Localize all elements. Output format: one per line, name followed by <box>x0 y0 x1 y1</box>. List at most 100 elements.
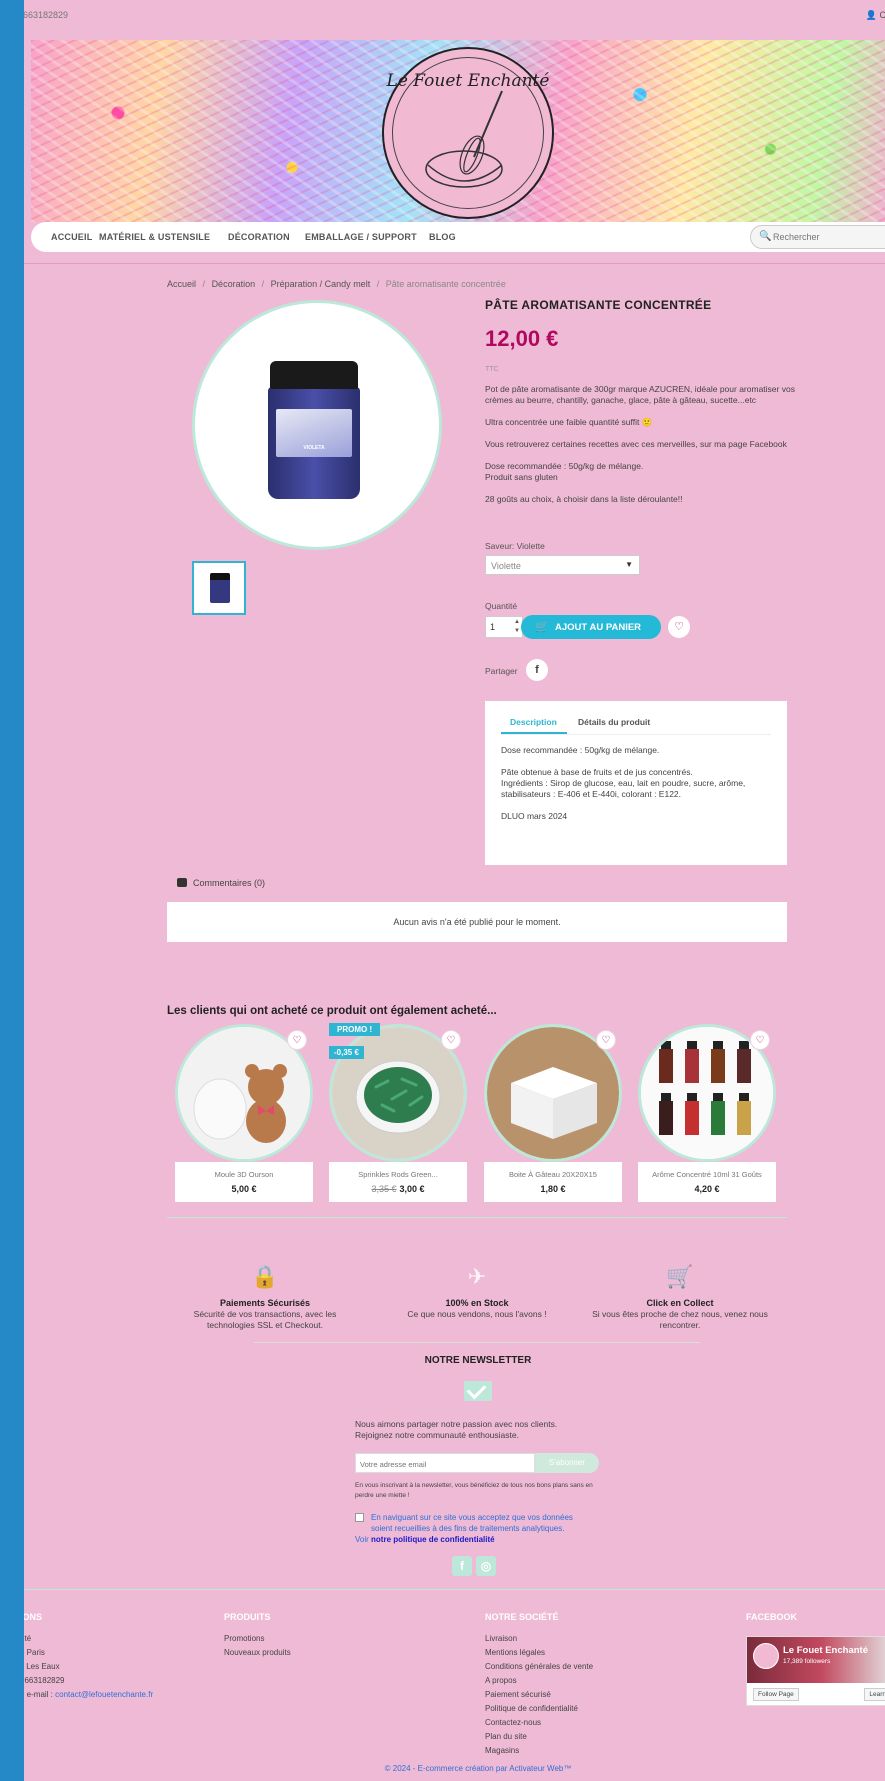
quantity-arrows[interactable]: ▲ ▼ <box>514 618 520 636</box>
account-label: Co <box>879 10 885 20</box>
product-card-name[interactable]: Arôme Concentré 10ml 31 Goûts <box>638 1170 776 1179</box>
product-card-price: 1,80 € <box>484 1184 622 1194</box>
wishlist-heart-icon[interactable]: ♡ <box>287 1030 307 1050</box>
main-nav: ACCUEIL MATÉRIEL & USTENSILE DÉCORATION … <box>31 222 885 252</box>
footer-col-title: IONS <box>24 1612 43 1622</box>
search-input[interactable] <box>773 229 885 245</box>
product-card-name[interactable]: Boite À Gâteau 20X20X15 <box>484 1170 622 1179</box>
site-logo[interactable]: Le Fouet Enchanté <box>382 47 554 219</box>
subscribe-button[interactable]: S'abonner <box>535 1453 599 1473</box>
description-paragraph: 28 goûts au choix, à choisir dans la lis… <box>485 494 683 504</box>
footer-info-line: nté <box>24 1634 32 1643</box>
footer-link-promotions[interactable]: Promotions <box>224 1632 291 1646</box>
feature-title: Paiements Sécurisés <box>219 1298 311 1308</box>
quantity-input[interactable] <box>490 621 510 633</box>
feature-title: 100% en Stock <box>445 1298 509 1308</box>
flavor-select[interactable]: Violette ▼ <box>485 555 640 575</box>
promo-badge: PROMO ! <box>329 1023 381 1036</box>
consent-checkbox[interactable] <box>355 1513 364 1522</box>
cart-icon: 🛒 <box>535 621 549 633</box>
fb-page-name[interactable]: Le Fouet Enchanté <box>783 1645 868 1656</box>
feature-desc: Sécurité de vos transactions, avec les t… <box>193 1309 337 1330</box>
tax-label: TTC <box>485 366 499 373</box>
search-icon[interactable]: 🔍 <box>759 231 771 242</box>
product-main-image[interactable]: VIOLETA <box>192 300 442 550</box>
newsletter-consent: En naviguant sur ce site vous acceptez q… <box>355 1512 595 1545</box>
nav-item-materiel[interactable]: MATÉRIEL & USTENSILE <box>99 232 210 242</box>
add-to-cart-button[interactable]: 🛒 AJOUT AU PANIER <box>521 615 661 639</box>
breadcrumb-sep: / <box>376 279 380 289</box>
nav-item-accueil[interactable]: ACCUEIL <box>51 232 92 242</box>
feature-title: Click en Collect <box>646 1298 714 1308</box>
newsletter-email-field <box>355 1453 535 1473</box>
product-card-price: 5,00 € <box>175 1184 313 1194</box>
facebook-share-icon[interactable]: f <box>526 659 548 681</box>
product-card[interactable]: PROMO ! -0,35 € ♡ Sprinkles Rods Green..… <box>329 1023 467 1204</box>
instagram-icon[interactable]: ◎ <box>476 1556 496 1576</box>
breadcrumb-link-decoration[interactable]: Décoration <box>212 279 256 289</box>
quantity-label: Quantité <box>485 601 518 611</box>
product-card-current-price: 1,80 € <box>540 1184 566 1194</box>
footer-link[interactable]: Conditions générales de vente <box>485 1660 593 1674</box>
footer-link[interactable]: Mentions légales <box>485 1646 593 1660</box>
description-paragraph: Ultra concentrée une faible quantité suf… <box>485 417 653 427</box>
feature-desc: Si vous êtes proche de chez nous, venez … <box>592 1309 768 1330</box>
tab-paragraph: Dose recommandée : 50g/kg de mélange. <box>501 745 660 755</box>
comments-label: Commentaires (0) <box>193 878 266 888</box>
product-card-current-price: 5,00 € <box>231 1184 257 1194</box>
also-bought-title: Les clients qui ont acheté ce produit on… <box>167 1005 497 1017</box>
wishlist-heart-icon[interactable]: ♡ <box>441 1030 461 1050</box>
product-card-info: Arôme Concentré 10ml 31 Goûts 4,20 € <box>638 1162 776 1202</box>
facebook-icon[interactable]: f <box>452 1556 472 1576</box>
tab-content: Dose recommandée : 50g/kg de mélange. Pâ… <box>501 745 776 833</box>
tab-paragraph: DLUO mars 2024 <box>501 811 568 821</box>
footer-link[interactable]: Livraison <box>485 1632 593 1646</box>
product-card[interactable]: ♡ Arôme Concentré 10ml 31 Goûts 4,20 € <box>638 1024 776 1204</box>
footer-email-prefix: n e-mail : <box>24 1690 53 1699</box>
product-card-name[interactable]: Sprinkles Rods Green... <box>329 1170 467 1179</box>
footer-link[interactable]: Magasins <box>485 1744 593 1758</box>
footer-link[interactable]: Contactez-nous <box>485 1716 593 1730</box>
facebook-page-widget[interactable]: Le Fouet Enchanté 17,389 followers Follo… <box>746 1636 885 1706</box>
wishlist-heart-icon[interactable]: ♡ <box>668 616 690 638</box>
product-card[interactable]: ♡ Moule 3D Ourson 5,00 € <box>175 1024 313 1204</box>
feature-in-stock: ✈ 100% en Stock Ce que nous vendons, nou… <box>387 1262 567 1320</box>
quantity-stepper: ▲▼ <box>485 616 523 638</box>
footer-link[interactable]: Politique de confidentialité <box>485 1702 593 1716</box>
footer-col-products: PRODUITS Promotions Nouveaux produits <box>224 1612 291 1660</box>
product-card[interactable]: ♡ Boite À Gâteau 20X20X15 1,80 € <box>484 1024 622 1204</box>
breadcrumb: Accueil / Décoration / Préparation / Can… <box>167 279 510 289</box>
section-divider <box>167 1217 787 1218</box>
tab-description[interactable]: Description <box>510 717 557 727</box>
fb-learn-button[interactable]: Learn <box>864 1688 885 1701</box>
privacy-policy-link[interactable]: notre politique de confidentialité <box>371 1535 495 1544</box>
footer-email-link[interactable]: contact@lefouetenchante.fr <box>55 1690 153 1699</box>
product-card-name[interactable]: Moule 3D Ourson <box>175 1170 313 1179</box>
top-bar: 0663182829 👤 Co <box>24 2 885 30</box>
footer-link[interactable]: Plan du site <box>485 1730 593 1744</box>
fb-follow-button[interactable]: Follow Page <box>753 1688 799 1701</box>
footer-link-new-products[interactable]: Nouveaux produits <box>224 1646 291 1660</box>
footer-link[interactable]: Paiement sécurisé <box>485 1688 593 1702</box>
product-thumbnail[interactable] <box>192 561 246 615</box>
newsletter-email-input[interactable] <box>360 1458 530 1470</box>
product-info: PÂTE AROMATISANTE CONCENTRÉE 12,00 € TTC… <box>485 298 805 505</box>
feature-click-collect: 🛒 Click en Collect Si vous êtes proche d… <box>590 1262 770 1331</box>
footer-link[interactable]: A propos <box>485 1674 593 1688</box>
cart-icon: 🛒 <box>666 1264 694 1289</box>
header-phone: 0663182829 <box>24 10 69 20</box>
nav-item-decoration[interactable]: DÉCORATION <box>228 232 290 242</box>
nav-item-emballage[interactable]: EMBALLAGE / SUPPORT <box>305 232 417 242</box>
nav-item-blog[interactable]: BLOG <box>429 232 456 242</box>
tab-product-details[interactable]: Détails du produit <box>578 717 650 727</box>
account-link[interactable]: 👤 Co <box>866 10 885 21</box>
breadcrumb-link-accueil[interactable]: Accueil <box>167 279 196 289</box>
comments-header[interactable]: Commentaires (0) <box>177 878 265 888</box>
wishlist-heart-icon[interactable]: ♡ <box>750 1030 770 1050</box>
product-tabs: Description Détails du produit Dose reco… <box>485 701 787 865</box>
breadcrumb-link-candy-melt[interactable]: Préparation / Candy melt <box>271 279 371 289</box>
feature-secure-payment: 🔒 Paiements Sécurisés Sécurité de vos tr… <box>175 1262 355 1331</box>
jar-label: VIOLETA <box>276 409 352 457</box>
footer-info-line: e Paris <box>24 1648 45 1657</box>
wishlist-heart-icon[interactable]: ♡ <box>596 1030 616 1050</box>
